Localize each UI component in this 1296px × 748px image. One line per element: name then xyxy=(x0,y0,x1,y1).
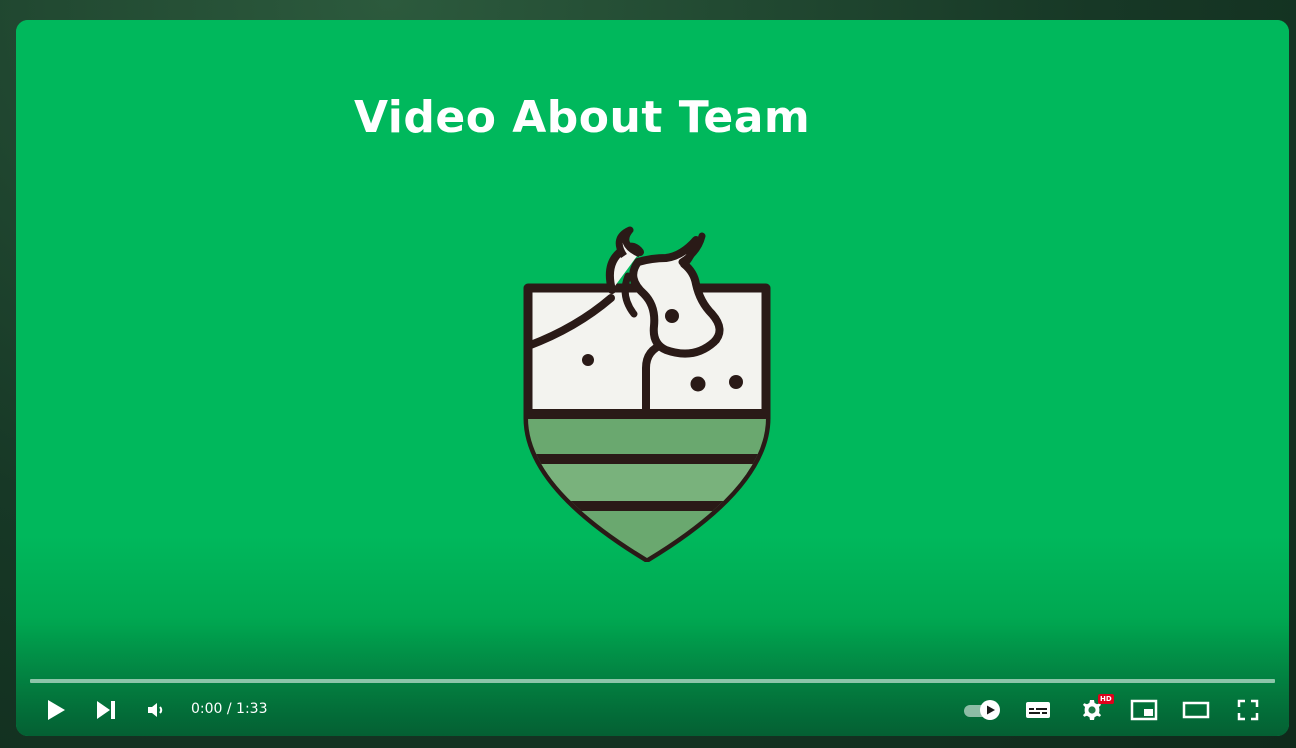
subtitles-button[interactable] xyxy=(1020,690,1056,730)
volume-icon xyxy=(148,703,163,717)
play-icon xyxy=(48,700,65,720)
autoplay-toggle[interactable] xyxy=(960,690,1004,730)
miniplayer-icon xyxy=(1130,699,1158,721)
theater-mode-icon xyxy=(1182,701,1210,719)
page-background: Video About Team 0:00 / 1:33 HD xyxy=(0,0,1296,748)
autoplay-toggle-icon xyxy=(964,700,1000,720)
hd-badge: HD xyxy=(1098,694,1114,704)
progress-bar[interactable] xyxy=(30,679,1275,683)
subtitles-icon xyxy=(1026,702,1050,718)
video-title-text: Video About Team xyxy=(354,92,811,143)
fullscreen-icon xyxy=(1237,699,1259,721)
miniplayer-button[interactable] xyxy=(1126,690,1162,730)
video-player[interactable]: Video About Team 0:00 / 1:33 HD xyxy=(16,20,1289,736)
play-button[interactable] xyxy=(38,690,74,730)
mute-button[interactable] xyxy=(138,690,174,730)
time-display: 0:00 / 1:33 xyxy=(191,701,268,717)
next-button[interactable] xyxy=(88,690,124,730)
theater-mode-button[interactable] xyxy=(1178,690,1214,730)
next-icon xyxy=(97,701,115,719)
fullscreen-button[interactable] xyxy=(1230,690,1266,730)
team-crest-logo xyxy=(523,226,771,562)
